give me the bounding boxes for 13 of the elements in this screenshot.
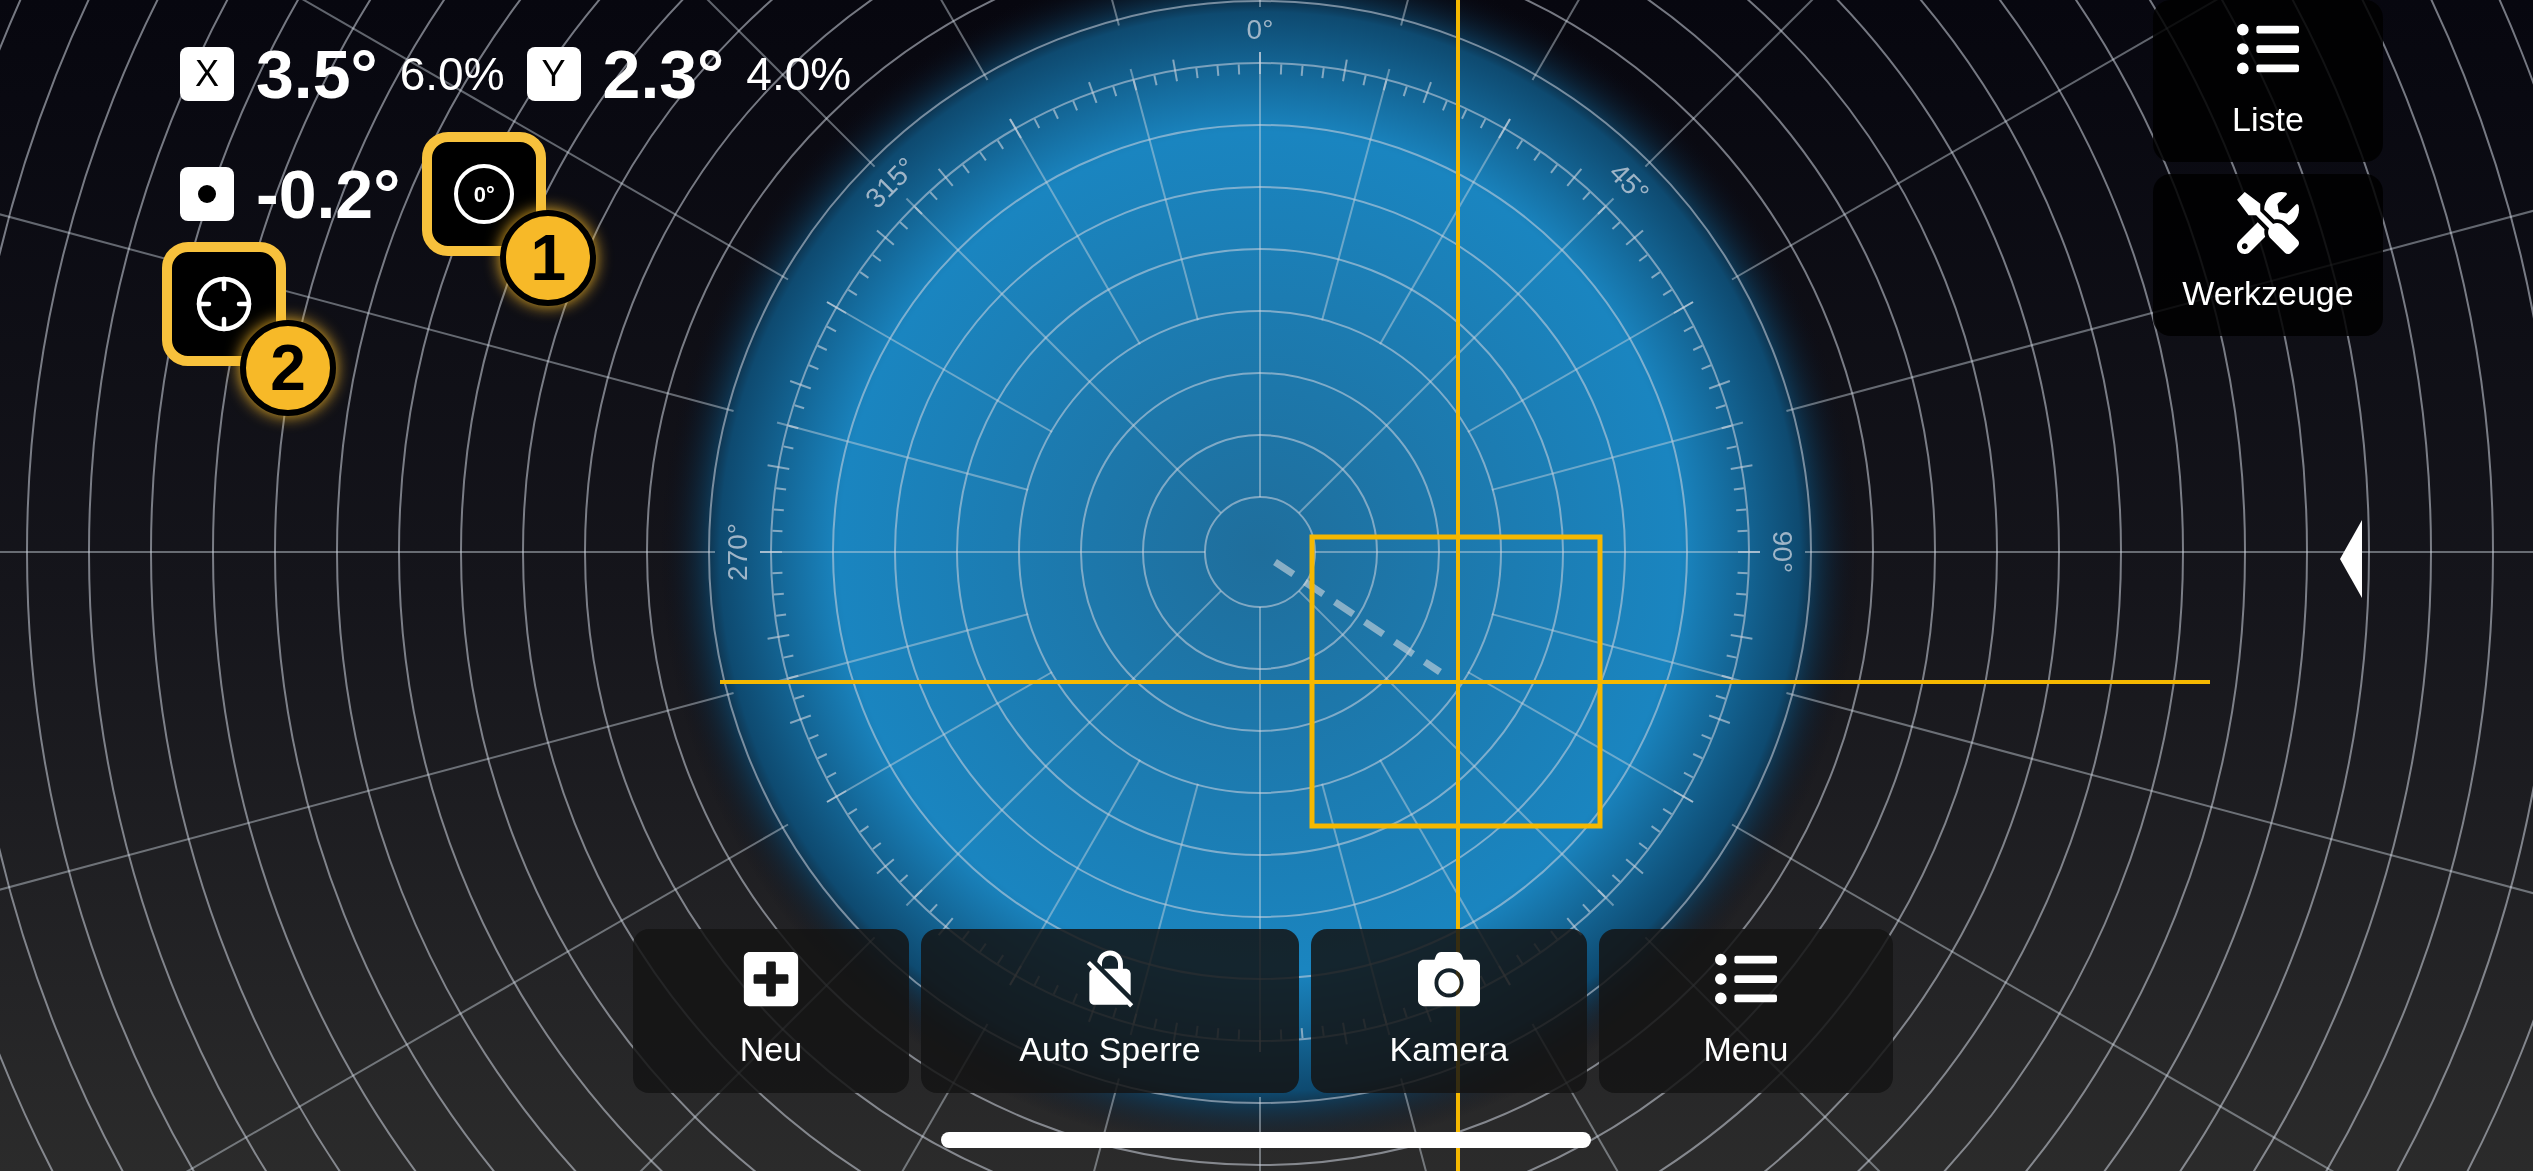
angle-reading: 2.3° bbox=[602, 40, 725, 108]
callout-tooltip: 1 bbox=[500, 210, 597, 306]
axis-badge: X bbox=[180, 47, 234, 101]
angle-label: 270° bbox=[722, 523, 754, 581]
percent-reading: 6.0% bbox=[399, 51, 505, 97]
angle-reading: -0.2° bbox=[256, 160, 401, 228]
angle-label: 45° bbox=[1603, 156, 1656, 209]
percent-reading: 4.0% bbox=[746, 51, 852, 97]
angle-label: 90° bbox=[1766, 530, 1798, 574]
axis-badge: Y bbox=[526, 47, 581, 101]
angle-reading: 3.5° bbox=[256, 40, 378, 108]
callout-tooltip: 2 bbox=[240, 320, 336, 416]
angle-label: 0° bbox=[1246, 14, 1274, 46]
